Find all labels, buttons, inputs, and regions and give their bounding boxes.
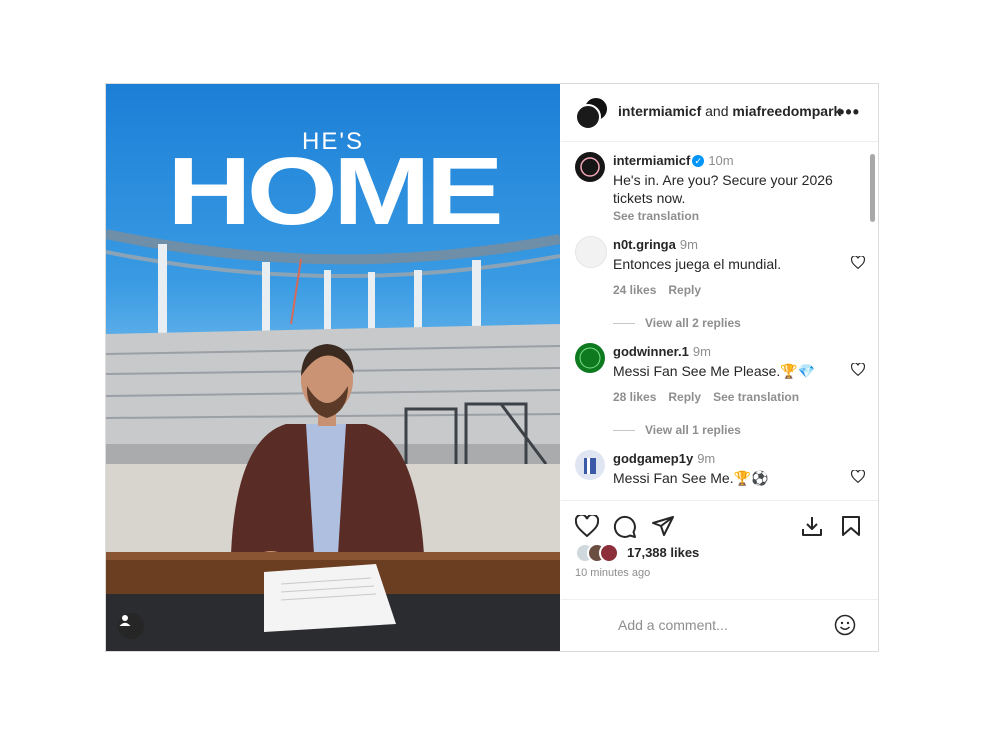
emoji-icon[interactable] <box>834 614 856 641</box>
paper-plane-icon[interactable] <box>651 515 675 542</box>
avatar[interactable] <box>575 236 607 268</box>
comment-item: godgamep1y 9m Messi Fan See Me.🏆⚽ <box>575 450 866 499</box>
headline-big: HOME <box>167 138 504 245</box>
post-timestamp: 10 minutes ago <box>575 567 651 579</box>
heart-icon[interactable] <box>850 255 866 274</box>
post-side-panel: intermiamicf and miafreedompark ••• ▼ in… <box>561 84 878 651</box>
action-bar <box>561 500 878 541</box>
post-header: intermiamicf and miafreedompark ••• <box>561 84 878 142</box>
more-horizontal-icon[interactable]: ••• <box>838 102 860 123</box>
comment-time: 9m <box>692 344 711 359</box>
caption-username[interactable]: intermiamicf <box>613 153 690 168</box>
heart-icon[interactable] <box>850 362 866 381</box>
instagram-post: HE'S HOME intermiamicf and miafreedompar… <box>105 83 879 652</box>
see-translation-link[interactable]: See translation <box>613 209 843 223</box>
comment-item: n0t.gringa 9m Entonces juega el mundial. … <box>575 236 866 306</box>
comment-text: Messi Fan See Me Please.🏆💎 <box>613 363 816 379</box>
view-replies-link[interactable]: View all 2 replies <box>613 316 741 330</box>
caption: intermiamicf ✓ 10m He's in. Are you? Secur… <box>575 152 865 223</box>
collab-avatars[interactable] <box>575 96 609 130</box>
post-image[interactable]: HE'S HOME <box>106 84 560 651</box>
add-comment-bar: Add a comment... <box>561 599 878 652</box>
caption-time: 10m <box>708 153 734 168</box>
comment-username[interactable]: n0t.gringa <box>613 237 676 252</box>
tagged-user-icon[interactable] <box>118 613 144 639</box>
author-connector: and <box>705 103 729 119</box>
avatar <box>575 104 601 130</box>
likes-count[interactable]: 17,388 likes <box>627 545 699 560</box>
post-authors: intermiamicf and miafreedompark <box>618 103 841 119</box>
download-icon[interactable] <box>801 515 823 542</box>
reply-button[interactable]: Reply <box>668 283 701 297</box>
heart-icon[interactable] <box>574 513 600 542</box>
avatar[interactable] <box>575 152 605 182</box>
bookmark-icon[interactable] <box>841 515 861 542</box>
author-link[interactable]: intermiamicf <box>618 103 701 119</box>
comment-likes[interactable]: 28 likes <box>613 390 656 404</box>
add-comment-input[interactable]: Add a comment... <box>618 617 728 633</box>
caption-text: He's in. Are you? Secure your 2026 ticke… <box>613 172 833 206</box>
see-translation-link[interactable]: See translation <box>713 390 799 404</box>
scrollbar-thumb[interactable] <box>870 154 875 222</box>
author-link[interactable]: miafreedompark <box>732 103 841 119</box>
avatar[interactable] <box>575 450 605 480</box>
comment-username[interactable]: godwinner.1 <box>613 344 689 359</box>
heart-icon[interactable] <box>850 469 866 488</box>
reply-button[interactable]: Reply <box>668 390 701 404</box>
view-replies-link[interactable]: View all 1 replies <box>613 423 741 437</box>
comment-likes[interactable]: 24 likes <box>613 283 656 297</box>
avatar[interactable] <box>575 343 605 373</box>
comment-item: godwinner.1 9m Messi Fan See Me Please.🏆💎… <box>575 343 866 413</box>
comment-username[interactable]: godgamep1y <box>613 451 693 466</box>
verified-badge-icon: ✓ <box>692 154 705 167</box>
comment-text: Entonces juega el mundial. <box>613 256 782 272</box>
comment-time: 9m <box>697 451 716 466</box>
comments-list[interactable]: ▼ intermiamicf✓10m He's in. Are you? Sec… <box>561 142 878 499</box>
comment-icon[interactable] <box>613 515 637 544</box>
avatar <box>599 543 619 563</box>
comment-text: Messi Fan See Me.🏆⚽ <box>613 470 769 486</box>
comment-time: 9m <box>679 237 698 252</box>
